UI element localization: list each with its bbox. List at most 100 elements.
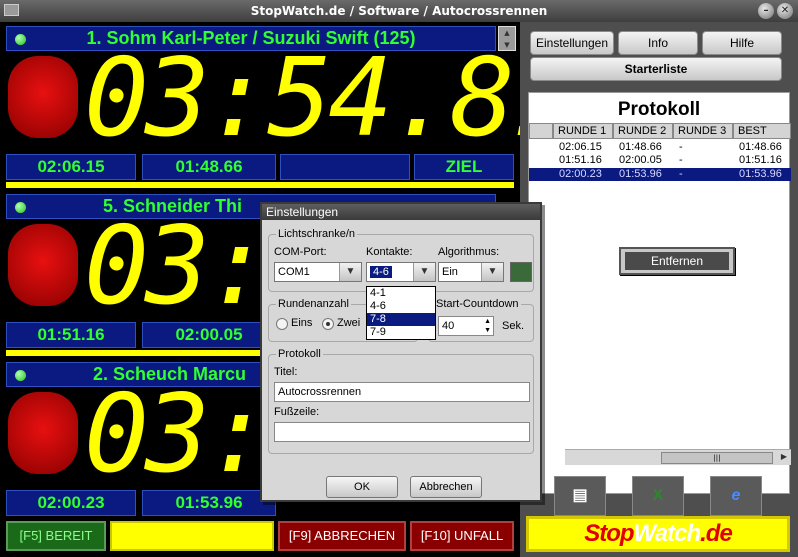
column-header-best[interactable]: BEST [733,123,791,139]
com-port-select[interactable]: COM1 ▼ [274,262,362,282]
accident-button[interactable]: [F10] UNFALL [410,521,514,551]
rounds-one-label: Eins [291,317,313,329]
protocol-list[interactable]: Protokoll RUNDE 1 RUNDE 2 RUNDE 3 BEST 0… [528,92,791,494]
title-label: Titel: [274,366,298,378]
column-header-round-1[interactable]: RUNDE 1 [553,123,613,139]
window-title: StopWatch.de / Software / Autocrossrenne… [250,4,548,18]
spin-up-icon[interactable]: ▲ [499,27,515,39]
message-field [110,521,274,551]
lap-time-1: 02:06.15 [6,154,136,180]
contacts-dropdown-list[interactable]: 4-1 4-6 7-8 7-9 [366,286,436,340]
dropdown-option[interactable]: 4-6 [367,300,435,313]
cell: 01:48.66 [619,141,662,153]
countdown-stepper[interactable]: 40 ▲ ▼ [438,316,494,336]
abort-button[interactable]: [F9] ABBRECHEN [278,521,406,551]
title-input[interactable]: Autocrossrennen [274,382,530,402]
rounds-label: Rundenanzahl [276,298,351,310]
close-button[interactable]: ✕ [777,3,793,19]
browser-export-icon[interactable]: e [710,476,762,516]
contacts-value: 4-6 [370,266,392,278]
lap-times: 02:06.15 01:48.66 ZIEL [6,154,514,180]
lane-status-led-icon [15,202,26,213]
red-signal-light-icon [8,56,78,138]
command-bar: [F5] BEREIT [F9] ABBRECHEN [F10] UNFALL [0,518,520,557]
rounds-two-radio[interactable] [322,318,334,330]
algorithm-value: Ein [442,266,458,278]
info-button[interactable]: Info [618,31,698,55]
stopwatch-logo: StopWatch.de [526,516,790,552]
print-document-icon[interactable]: ▤ [554,476,606,516]
cell: - [679,141,683,153]
rounds-one-radio[interactable] [276,318,288,330]
column-header-blank[interactable] [529,123,553,139]
lane-status-led-icon [15,370,26,381]
settings-dialog: Einstellungen Lichtschranke/n COM-Port: … [260,202,542,502]
dropdown-arrow-icon[interactable]: ▼ [481,263,503,281]
footer-input[interactable] [274,422,530,442]
cell: 02:00.23 [559,168,602,180]
protocol-group-label: Protokoll [276,348,323,360]
barrier-status-indicator [510,262,532,282]
ok-button[interactable]: OK [326,476,398,498]
cell: 01:51.16 [559,154,602,166]
table-row[interactable]: 02:06.15 01:48.66 - 01:48.66 [529,141,791,154]
red-signal-light-icon [8,224,78,306]
column-header-round-2[interactable]: RUNDE 2 [613,123,673,139]
lane-1: 1. Sohm Karl-Peter / Suzuki Swift (125) … [0,22,520,188]
countdown-label: Start-Countdown [434,298,521,310]
contacts-label: Kontakte: [366,246,413,258]
cell: - [679,154,683,166]
starter-list-button[interactable]: Starterliste [530,57,782,81]
column-header-round-3[interactable]: RUNDE 3 [673,123,733,139]
algorithm-label: Algorithmus: [438,246,500,258]
settings-button[interactable]: Einstellungen [530,31,614,55]
logo-text-stop: Stop [584,520,634,547]
footer-label: Fußzeile: [274,406,320,418]
logo-text-tld: .de [700,520,733,547]
scrollbar-thumb[interactable]: ||| [661,452,773,464]
countdown-unit: Sek. [502,320,525,332]
remove-menu-item[interactable]: Entfernen [625,252,729,270]
cell: 01:51.16 [739,154,782,166]
dropdown-option-highlighted[interactable]: 7-8 [367,313,435,326]
contacts-select[interactable]: 4-6 ▼ [366,262,436,282]
right-panel: Einstellungen Info Hilfe Starterliste Pr… [520,22,798,557]
dialog-title: Einstellungen [262,204,540,220]
cell: 01:53.96 [739,168,782,180]
red-signal-light-icon [8,392,78,474]
cell: - [679,168,683,180]
minimize-button[interactable]: – [758,3,774,19]
ready-button[interactable]: [F5] BEREIT [6,521,106,551]
context-menu: Entfernen [619,247,735,275]
light-barrier-label: Lichtschranke/n [276,228,358,240]
lane-clock: 03:54.81 [84,46,520,152]
algorithm-select[interactable]: Ein ▼ [438,262,504,282]
dropdown-option[interactable]: 7-9 [367,326,435,339]
horizontal-scrollbar[interactable]: ||| ▶ [565,449,791,465]
com-port-value: COM1 [278,266,310,278]
dropdown-arrow-icon[interactable]: ▼ [413,263,435,281]
window-titlebar: StopWatch.de / Software / Autocrossrenne… [0,0,798,22]
table-row-selected[interactable]: 02:00.23 01:53.96 - 01:53.96 [529,168,791,181]
scroll-right-arrow-icon[interactable]: ▶ [777,450,791,464]
help-button[interactable]: Hilfe [702,31,782,55]
cell: 02:06.15 [559,141,602,153]
table-row[interactable]: 01:51.16 02:00.05 - 01:51.16 [529,154,791,167]
rounds-two-label: Zwei [337,317,361,329]
lap-time-1: 02:00.23 [6,490,136,516]
protocol-title: Protokoll [617,99,701,120]
stepper-arrows-icon[interactable]: ▲ ▼ [484,317,491,335]
lap-time-2: 02:00.05 [142,322,276,348]
excel-export-icon[interactable]: X [632,476,684,516]
logo-text-watch: Watch [633,520,702,547]
cell: 01:53.96 [619,168,662,180]
cell: 02:00.05 [619,154,662,166]
lap-time-1: 01:51.16 [6,322,136,348]
cancel-button[interactable]: Abbrechen [410,476,482,498]
dropdown-arrow-icon[interactable]: ▼ [339,263,361,281]
dropdown-option[interactable]: 4-1 [367,287,435,300]
lap-time-3 [280,154,410,180]
lap-time-2: 01:53.96 [142,490,276,516]
com-port-label: COM-Port: [274,246,327,258]
lane-divider [6,182,514,188]
